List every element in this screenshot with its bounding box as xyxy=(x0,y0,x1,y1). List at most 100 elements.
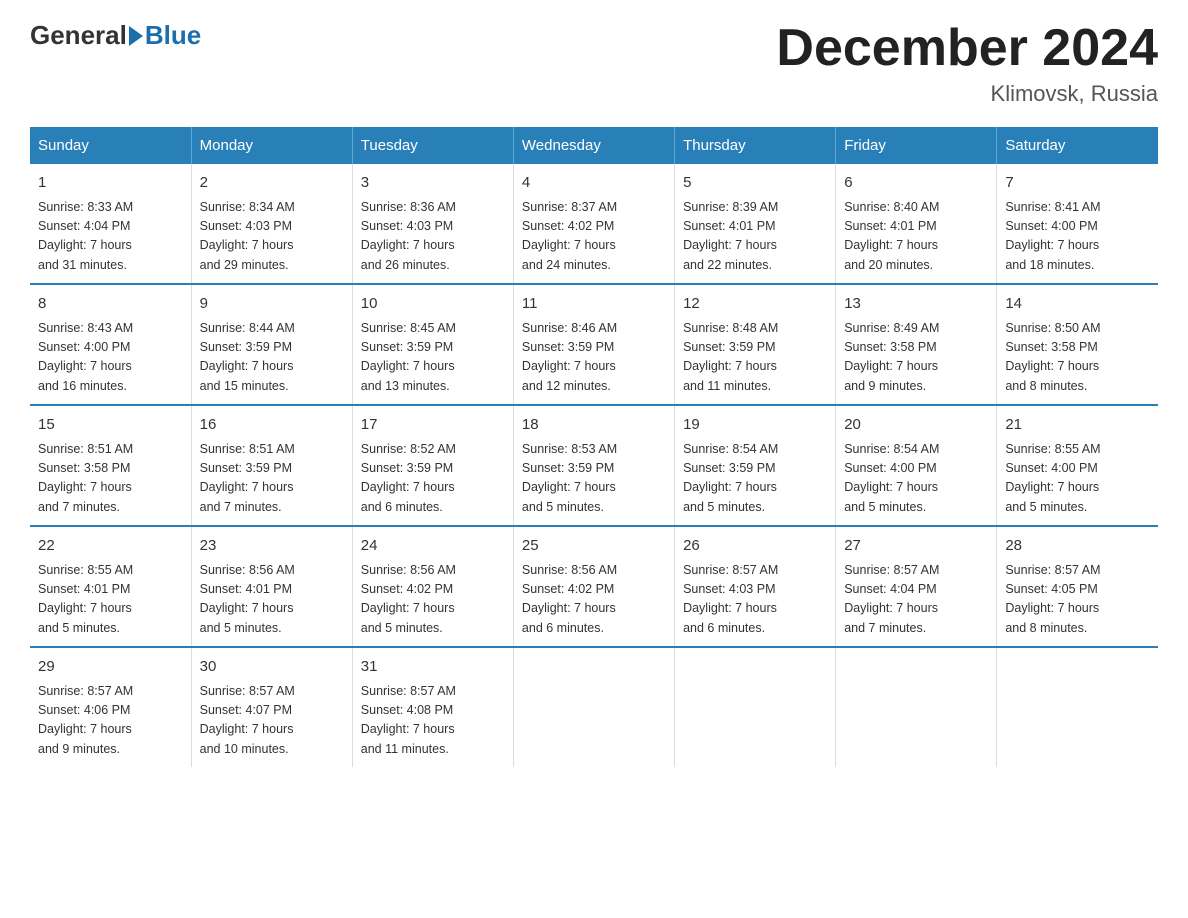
calendar-week-row: 22 Sunrise: 8:55 AM Sunset: 4:01 PM Dayli… xyxy=(30,526,1158,647)
calendar-cell: 10 Sunrise: 8:45 AM Sunset: 3:59 PM Dayli… xyxy=(352,284,513,405)
header-sunday: Sunday xyxy=(30,127,191,164)
header-thursday: Thursday xyxy=(675,127,836,164)
day-number: 1 xyxy=(38,172,183,195)
day-number: 22 xyxy=(38,535,183,558)
day-info: Sunrise: 8:51 AM Sunset: 3:59 PM Dayligh… xyxy=(200,440,344,518)
day-info: Sunrise: 8:52 AM Sunset: 3:59 PM Dayligh… xyxy=(361,440,505,518)
day-info: Sunrise: 8:54 AM Sunset: 3:59 PM Dayligh… xyxy=(683,440,827,518)
calendar-cell xyxy=(513,647,674,767)
calendar-cell: 4 Sunrise: 8:37 AM Sunset: 4:02 PM Daylig… xyxy=(513,164,674,284)
calendar-cell: 9 Sunrise: 8:44 AM Sunset: 3:59 PM Daylig… xyxy=(191,284,352,405)
calendar-cell: 28Sunrise: 8:57 AM Sunset: 4:05 PM Dayli… xyxy=(997,526,1158,647)
day-number: 26 xyxy=(683,535,827,558)
day-number: 11 xyxy=(522,293,666,316)
day-info: Sunrise: 8:56 AM Sunset: 4:02 PM Dayligh… xyxy=(522,561,666,639)
day-info: Sunrise: 8:43 AM Sunset: 4:00 PM Dayligh… xyxy=(38,319,183,397)
header-tuesday: Tuesday xyxy=(352,127,513,164)
day-info: Sunrise: 8:55 AM Sunset: 4:00 PM Dayligh… xyxy=(1005,440,1150,518)
calendar-cell: 30 Sunrise: 8:57 AM Sunset: 4:07 PM Dayli… xyxy=(191,647,352,767)
calendar-cell: 8 Sunrise: 8:43 AM Sunset: 4:00 PM Daylig… xyxy=(30,284,191,405)
page-header: General Blue December 2024 Klimovsk, Rus… xyxy=(30,20,1158,107)
logo-arrow-icon xyxy=(129,26,143,46)
header-friday: Friday xyxy=(836,127,997,164)
day-info: Sunrise: 8:57 AM Sunset: 4:07 PM Dayligh… xyxy=(200,682,344,760)
day-info: Sunrise: 8:50 AM Sunset: 3:58 PM Dayligh… xyxy=(1005,319,1150,397)
day-number: 3 xyxy=(361,172,505,195)
day-number: 20 xyxy=(844,414,988,437)
day-info: Sunrise: 8:51 AM Sunset: 3:58 PM Dayligh… xyxy=(38,440,183,518)
day-number: 12 xyxy=(683,293,827,316)
calendar-week-row: 15 Sunrise: 8:51 AM Sunset: 3:58 PM Dayli… xyxy=(30,405,1158,526)
calendar-cell: 19 Sunrise: 8:54 AM Sunset: 3:59 PM Dayli… xyxy=(675,405,836,526)
day-info: Sunrise: 8:46 AM Sunset: 3:59 PM Dayligh… xyxy=(522,319,666,397)
logo-blue-text: Blue xyxy=(145,20,201,51)
calendar-cell: 16 Sunrise: 8:51 AM Sunset: 3:59 PM Dayli… xyxy=(191,405,352,526)
day-info: Sunrise: 8:40 AM Sunset: 4:01 PM Dayligh… xyxy=(844,198,988,276)
day-number: 4 xyxy=(522,172,666,195)
day-number: 24 xyxy=(361,535,505,558)
day-info: Sunrise: 8:36 AM Sunset: 4:03 PM Dayligh… xyxy=(361,198,505,276)
day-number: 18 xyxy=(522,414,666,437)
calendar-cell: 18 Sunrise: 8:53 AM Sunset: 3:59 PM Dayli… xyxy=(513,405,674,526)
day-number: 13 xyxy=(844,293,988,316)
calendar-cell: 26Sunrise: 8:57 AM Sunset: 4:03 PM Dayli… xyxy=(675,526,836,647)
day-info: Sunrise: 8:33 AM Sunset: 4:04 PM Dayligh… xyxy=(38,198,183,276)
calendar-cell: 15 Sunrise: 8:51 AM Sunset: 3:58 PM Dayli… xyxy=(30,405,191,526)
calendar-cell: 1 Sunrise: 8:33 AM Sunset: 4:04 PM Daylig… xyxy=(30,164,191,284)
calendar-cell: 29Sunrise: 8:57 AM Sunset: 4:06 PM Dayli… xyxy=(30,647,191,767)
day-number: 10 xyxy=(361,293,505,316)
calendar-cell: 21 Sunrise: 8:55 AM Sunset: 4:00 PM Dayli… xyxy=(997,405,1158,526)
day-number: 31 xyxy=(361,656,505,679)
calendar-week-row: 8 Sunrise: 8:43 AM Sunset: 4:00 PM Daylig… xyxy=(30,284,1158,405)
day-number: 19 xyxy=(683,414,827,437)
calendar-cell xyxy=(997,647,1158,767)
day-info: Sunrise: 8:57 AM Sunset: 4:06 PM Dayligh… xyxy=(38,682,183,760)
calendar-cell xyxy=(836,647,997,767)
calendar-cell: 13Sunrise: 8:49 AM Sunset: 3:58 PM Dayli… xyxy=(836,284,997,405)
day-number: 7 xyxy=(1005,172,1150,195)
logo-general-text: General xyxy=(30,20,127,51)
day-info: Sunrise: 8:39 AM Sunset: 4:01 PM Dayligh… xyxy=(683,198,827,276)
calendar-cell: 23Sunrise: 8:56 AM Sunset: 4:01 PM Dayli… xyxy=(191,526,352,647)
day-info: Sunrise: 8:57 AM Sunset: 4:05 PM Dayligh… xyxy=(1005,561,1150,639)
day-number: 8 xyxy=(38,293,183,316)
calendar-cell: 2Sunrise: 8:34 AM Sunset: 4:03 PM Daylig… xyxy=(191,164,352,284)
calendar-cell: 27 Sunrise: 8:57 AM Sunset: 4:04 PM Dayli… xyxy=(836,526,997,647)
day-number: 5 xyxy=(683,172,827,195)
day-info: Sunrise: 8:48 AM Sunset: 3:59 PM Dayligh… xyxy=(683,319,827,397)
calendar-week-row: 29Sunrise: 8:57 AM Sunset: 4:06 PM Dayli… xyxy=(30,647,1158,767)
day-info: Sunrise: 8:45 AM Sunset: 3:59 PM Dayligh… xyxy=(361,319,505,397)
day-number: 6 xyxy=(844,172,988,195)
main-title: December 2024 xyxy=(776,20,1158,77)
day-info: Sunrise: 8:57 AM Sunset: 4:08 PM Dayligh… xyxy=(361,682,505,760)
day-info: Sunrise: 8:55 AM Sunset: 4:01 PM Dayligh… xyxy=(38,561,183,639)
day-info: Sunrise: 8:44 AM Sunset: 3:59 PM Dayligh… xyxy=(200,319,344,397)
calendar-cell: 25 Sunrise: 8:56 AM Sunset: 4:02 PM Dayli… xyxy=(513,526,674,647)
calendar-cell: 31 Sunrise: 8:57 AM Sunset: 4:08 PM Dayli… xyxy=(352,647,513,767)
calendar-cell: 7Sunrise: 8:41 AM Sunset: 4:00 PM Daylig… xyxy=(997,164,1158,284)
day-info: Sunrise: 8:54 AM Sunset: 4:00 PM Dayligh… xyxy=(844,440,988,518)
day-number: 9 xyxy=(200,293,344,316)
day-info: Sunrise: 8:34 AM Sunset: 4:03 PM Dayligh… xyxy=(200,198,344,276)
calendar-header-row: SundayMondayTuesdayWednesdayThursdayFrid… xyxy=(30,127,1158,164)
day-number: 30 xyxy=(200,656,344,679)
day-info: Sunrise: 8:57 AM Sunset: 4:04 PM Dayligh… xyxy=(844,561,988,639)
day-info: Sunrise: 8:53 AM Sunset: 3:59 PM Dayligh… xyxy=(522,440,666,518)
calendar-cell: 22 Sunrise: 8:55 AM Sunset: 4:01 PM Dayli… xyxy=(30,526,191,647)
day-info: Sunrise: 8:37 AM Sunset: 4:02 PM Dayligh… xyxy=(522,198,666,276)
day-number: 17 xyxy=(361,414,505,437)
calendar-cell: 14Sunrise: 8:50 AM Sunset: 3:58 PM Dayli… xyxy=(997,284,1158,405)
subtitle: Klimovsk, Russia xyxy=(776,81,1158,107)
day-number: 16 xyxy=(200,414,344,437)
calendar-cell: 12 Sunrise: 8:48 AM Sunset: 3:59 PM Dayli… xyxy=(675,284,836,405)
logo: General Blue xyxy=(30,20,201,51)
calendar-cell: 24 Sunrise: 8:56 AM Sunset: 4:02 PM Dayli… xyxy=(352,526,513,647)
day-number: 27 xyxy=(844,535,988,558)
day-number: 21 xyxy=(1005,414,1150,437)
day-info: Sunrise: 8:56 AM Sunset: 4:01 PM Dayligh… xyxy=(200,561,344,639)
day-number: 25 xyxy=(522,535,666,558)
day-number: 15 xyxy=(38,414,183,437)
day-info: Sunrise: 8:56 AM Sunset: 4:02 PM Dayligh… xyxy=(361,561,505,639)
calendar-cell: 3 Sunrise: 8:36 AM Sunset: 4:03 PM Daylig… xyxy=(352,164,513,284)
calendar-cell: 20 Sunrise: 8:54 AM Sunset: 4:00 PM Dayli… xyxy=(836,405,997,526)
